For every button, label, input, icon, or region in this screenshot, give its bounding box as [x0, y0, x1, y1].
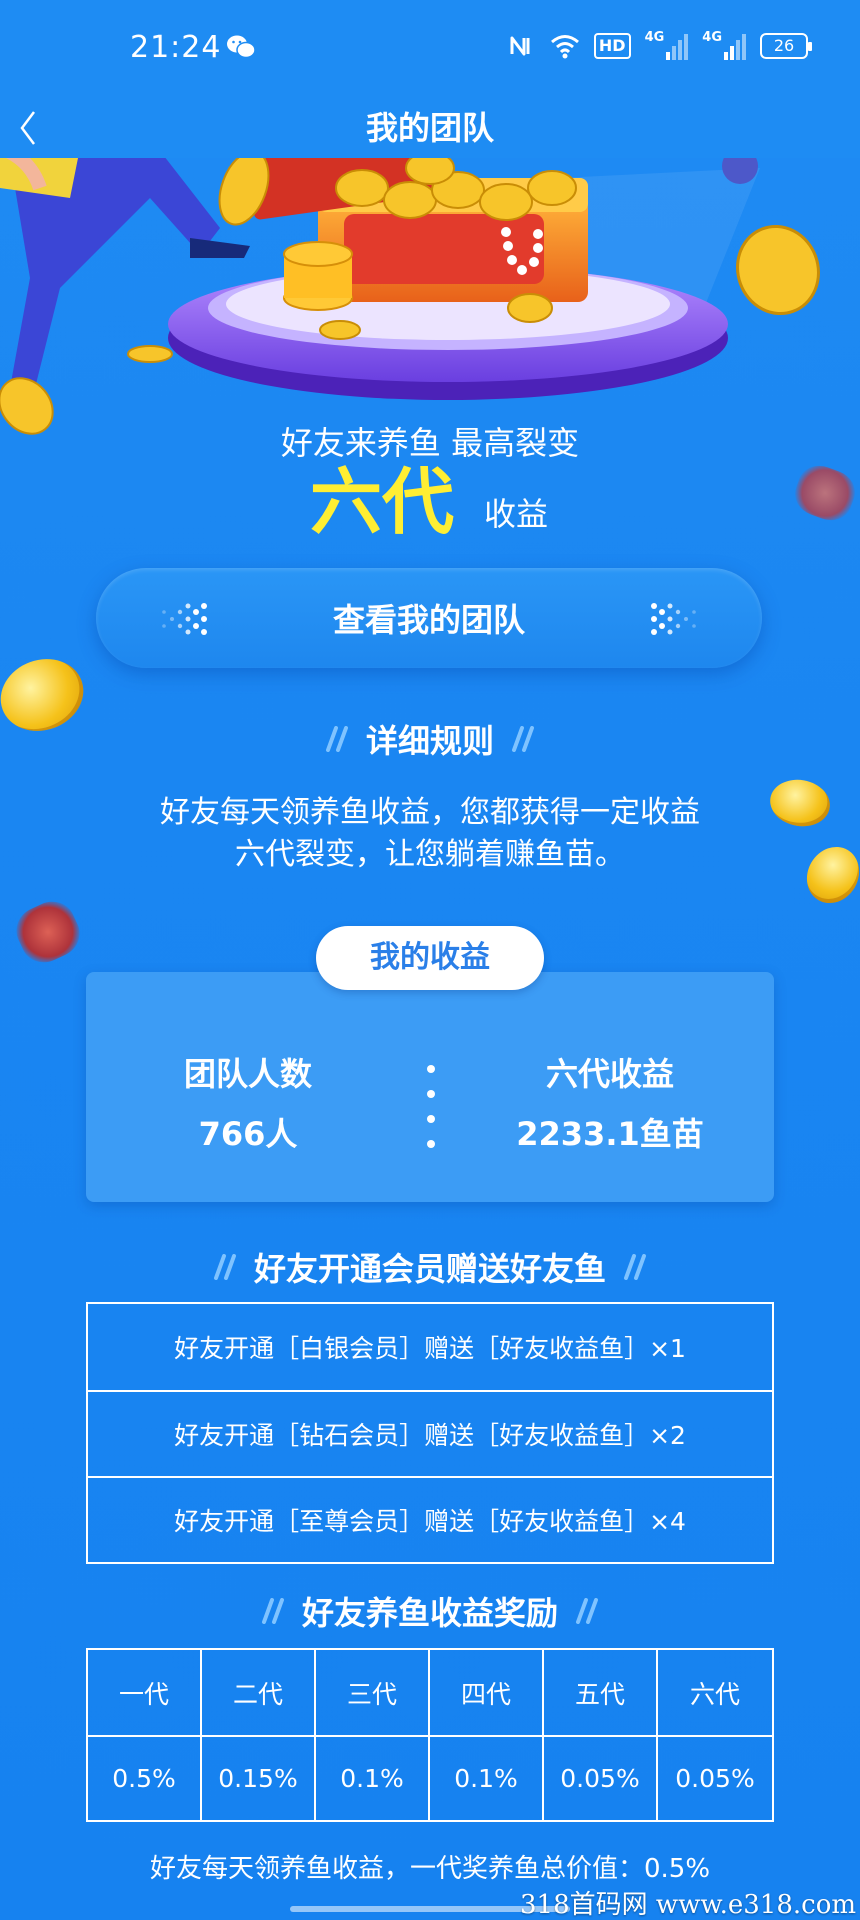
- gift-heading: 好友开通会员赠送好友鱼: [0, 1244, 860, 1290]
- generation-rate: 0.1%: [430, 1735, 544, 1820]
- view-team-label: 查看我的团队: [332, 601, 525, 639]
- generation-header: 四代: [430, 1650, 544, 1735]
- red-packet-decoration: [8, 893, 88, 971]
- generation-rate: 0.05%: [544, 1735, 658, 1820]
- six-gen-earnings-stat: 六代收益 2233.1鱼苗: [480, 1052, 740, 1156]
- my-earnings-tab: 我的收益: [316, 926, 544, 990]
- reward-heading: 好友养鱼收益奖励: [0, 1588, 860, 1634]
- generation-header: 六代: [689, 1679, 740, 1709]
- gift-row-silver: 好友开通［白银会员］赠送［好友收益鱼］×1: [174, 1334, 686, 1363]
- vertical-dots-divider: [427, 1065, 435, 1148]
- hd-badge: HD: [593, 33, 631, 59]
- status-time: 21:24: [130, 30, 222, 65]
- generation-rate: 0.05%: [658, 1735, 772, 1820]
- status-icons: HD 4G 4G 26: [506, 31, 812, 60]
- team-count-stat: 团队人数 766人: [118, 1052, 378, 1156]
- gift-row-diamond: 好友开通［钻石会员］赠送［好友收益鱼］×2: [88, 1390, 772, 1476]
- earnings-suffix: 收益: [484, 495, 549, 533]
- page-title: 我的团队: [365, 109, 494, 147]
- dots-decoration-icon: [651, 603, 696, 635]
- gift-table: 好友开通［白银会员］赠送［好友收益鱼］×1 好友开通［钻石会员］赠送［好友收益鱼…: [86, 1302, 774, 1564]
- double-slash-icon: [624, 1254, 646, 1280]
- rules-heading: 详细规则: [0, 716, 860, 762]
- reward-table: 一代 二代 三代 四代 五代 六代 0.5% 0.15% 0.1% 0.1% 0…: [86, 1648, 774, 1822]
- hero-headline: 好友来养鱼 最高裂变: [280, 424, 580, 462]
- generation-rate: 0.1%: [316, 1735, 430, 1820]
- generation-rate: 0.5%: [88, 1735, 202, 1820]
- six-gen-earnings-value: 2233.1鱼苗: [516, 1115, 704, 1153]
- watermark: 318首码网 www.e318.com: [520, 1890, 856, 1920]
- wifi-icon: [550, 35, 579, 59]
- status-bar: 21:24 HD 4G 4G 26: [0, 0, 860, 98]
- signal-icon-1: 4G: [645, 31, 689, 60]
- signal-icon-2: 4G: [702, 31, 746, 60]
- generation-header: 一代: [88, 1650, 202, 1735]
- footer-note: 好友每天领养鱼收益，一代奖养鱼总价值：0.5%: [149, 1854, 711, 1884]
- nav-bar: 我的团队: [0, 98, 860, 158]
- double-slash-icon: [261, 1598, 284, 1624]
- team-count-label: 团队人数: [183, 1055, 312, 1093]
- generation-header: 二代: [202, 1650, 316, 1735]
- generation-header: 五代: [544, 1650, 658, 1735]
- battery-icon: 26: [760, 33, 812, 59]
- double-slash-icon: [213, 1254, 236, 1280]
- dots-decoration-icon: [162, 603, 207, 635]
- generation-header: 三代: [316, 1650, 430, 1735]
- team-count-value: 766人: [198, 1115, 298, 1153]
- gift-row-supreme: 好友开通［至尊会员］赠送［好友收益鱼］×4: [88, 1476, 772, 1562]
- wechat-icon: [227, 35, 256, 59]
- nfc-icon: [510, 36, 530, 56]
- double-slash-icon: [512, 726, 534, 752]
- rules-description: 好友每天领养鱼收益，您都获得一定收益 六代裂变，让您躺着赚鱼苗。: [160, 795, 700, 872]
- double-slash-icon: [576, 1598, 598, 1624]
- double-slash-icon: [325, 726, 348, 752]
- view-my-team-button[interactable]: 查看我的团队: [96, 568, 762, 668]
- six-gen-earnings-label: 六代收益: [545, 1055, 674, 1093]
- six-generation-text: 六代: [310, 460, 455, 544]
- hero-highlight: 六代 收益: [310, 462, 548, 542]
- generation-rate: 0.15%: [202, 1735, 316, 1820]
